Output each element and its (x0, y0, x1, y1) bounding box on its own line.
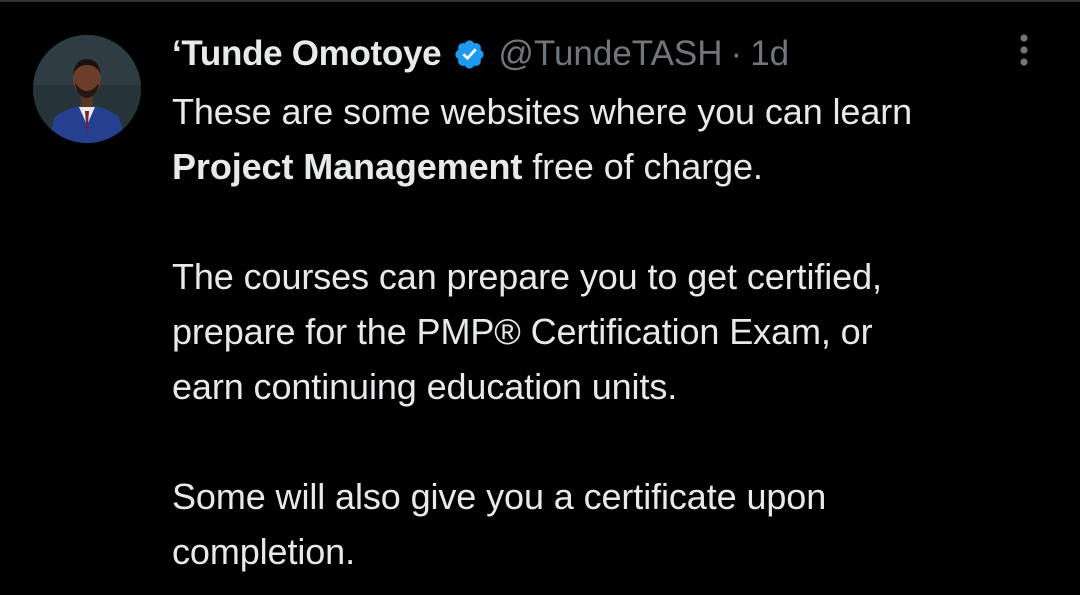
tweet-text: These are some websites where you can le… (172, 84, 1052, 579)
tweet-card[interactable]: ‘Tunde Omotoye @TundeTASH · 1d These are… (0, 0, 1080, 595)
tweet-line: completion. (172, 531, 355, 572)
tweet-paragraph-2: The courses can prepare you to get certi… (172, 249, 1052, 414)
tweet-line: These are some websites where you can le… (172, 91, 913, 132)
tweet-timestamp[interactable]: 1d (750, 34, 789, 74)
tweet-paragraph-3: Some will also give you a certificate up… (172, 469, 1052, 579)
tweet-line: earn continuing education units. (172, 366, 678, 407)
profile-photo-icon (33, 35, 141, 143)
verified-badge-icon[interactable] (453, 38, 486, 71)
tweet-line: Some will also give you a certificate up… (172, 476, 827, 517)
header-separator: · (730, 34, 743, 73)
more-options-icon[interactable] (1006, 30, 1042, 70)
tweet-line: prepare for the PMP® Certification Exam,… (172, 311, 873, 352)
bold-phrase: Project Management (172, 146, 523, 187)
avatar[interactable] (33, 35, 141, 143)
author-handle[interactable]: @TundeTASH (498, 34, 722, 74)
tweet-line: The courses can prepare you to get certi… (172, 256, 882, 297)
tweet-paragraph-1: These are some websites where you can le… (172, 84, 1052, 194)
tweet-line: free of charge. (522, 146, 763, 187)
tweet-header: ‘Tunde Omotoye @TundeTASH · 1d (172, 28, 789, 80)
author-display-name[interactable]: ‘Tunde Omotoye (172, 34, 442, 74)
